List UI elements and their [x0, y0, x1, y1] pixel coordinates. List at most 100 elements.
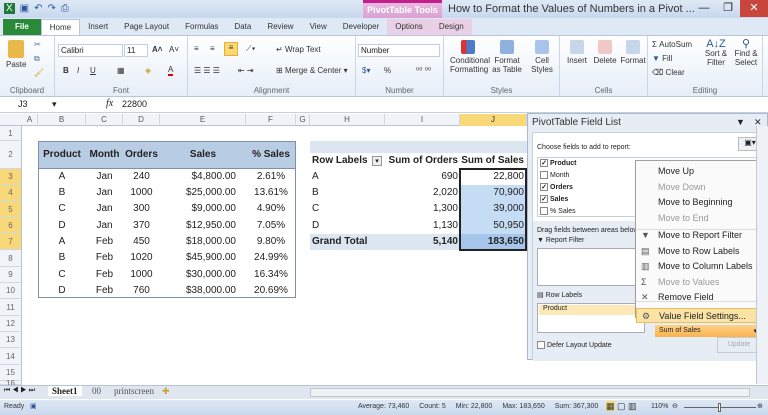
- sheet-tab-00[interactable]: 00: [88, 386, 105, 396]
- sheet-tab-sheet1[interactable]: Sheet1: [48, 386, 82, 396]
- source-table-cell[interactable]: C: [38, 269, 86, 280]
- align-bottom-icon[interactable]: ≡: [224, 42, 238, 56]
- report-filter-dropzone[interactable]: [537, 248, 645, 286]
- indent-icon[interactable]: ⇤ ⇥: [238, 66, 254, 75]
- borders-icon[interactable]: ▦: [117, 66, 125, 75]
- source-table-cell[interactable]: 13.61%: [246, 187, 296, 198]
- normal-view-icon[interactable]: ▦: [606, 401, 615, 411]
- find-select-button[interactable]: ⚲ Find & Select: [732, 39, 760, 68]
- menu-item-move-to-row-labels[interactable]: ▤ Move to Row Labels: [636, 244, 764, 259]
- copy-icon[interactable]: ⧉: [34, 54, 40, 63]
- menu-item-move-to-report-filter[interactable]: ▼ Move to Report Filter: [636, 228, 764, 243]
- source-table-cell[interactable]: Jan: [86, 220, 123, 231]
- name-box[interactable]: J3: [4, 99, 59, 109]
- row-header-10[interactable]: 10: [0, 283, 22, 299]
- sheet-tab-printscreen[interactable]: printscreen: [110, 386, 158, 396]
- row-header-8[interactable]: 8: [0, 250, 22, 267]
- format-button[interactable]: Format: [620, 40, 646, 65]
- delete-button[interactable]: Delete: [592, 40, 618, 65]
- source-table-cell[interactable]: 240: [123, 171, 160, 182]
- tab-developer[interactable]: Developer: [335, 19, 387, 35]
- pivot-value-header[interactable]: Sum of Sales: [460, 155, 524, 166]
- insert-button[interactable]: Insert: [564, 40, 590, 65]
- grow-font-icon[interactable]: A˄: [152, 45, 162, 54]
- tab-design[interactable]: Design: [430, 19, 472, 35]
- column-header-f[interactable]: F: [246, 114, 296, 126]
- save-icon[interactable]: ▣: [20, 3, 29, 14]
- tab-review[interactable]: Review: [259, 19, 301, 35]
- source-table-cell[interactable]: $18,000.00: [160, 236, 236, 247]
- underline-icon[interactable]: U: [90, 66, 96, 75]
- currency-icon[interactable]: $▾: [362, 66, 370, 75]
- source-table-cell[interactable]: Feb: [86, 285, 123, 296]
- source-table-cell[interactable]: 450: [123, 236, 160, 247]
- source-table-cell[interactable]: $30,000.00: [160, 269, 236, 280]
- row-field-product[interactable]: Product: [539, 305, 643, 315]
- row-header-7[interactable]: 7: [0, 234, 22, 250]
- column-header-c[interactable]: C: [86, 114, 123, 126]
- menu-item-move-up[interactable]: Move Up: [636, 164, 764, 179]
- pivot-cell[interactable]: 1,130: [385, 220, 458, 231]
- minimize-button[interactable]: —: [692, 0, 716, 17]
- row-labels-filter-dropdown[interactable]: ▾: [372, 156, 382, 166]
- row-header-9[interactable]: 9: [0, 267, 22, 283]
- tab-data[interactable]: Data: [226, 19, 259, 35]
- new-sheet-icon[interactable]: ✚: [162, 386, 170, 397]
- vertical-scrollbar[interactable]: [756, 126, 768, 384]
- source-table-cell[interactable]: 1020: [123, 252, 160, 263]
- column-header-b[interactable]: B: [38, 114, 86, 126]
- percent-button[interactable]: %: [384, 66, 391, 75]
- field-product-checkbox[interactable]: ✓ Product: [540, 159, 576, 167]
- font-name-combo[interactable]: Calibri: [58, 44, 123, 57]
- source-table-cell[interactable]: D: [38, 220, 86, 231]
- row-header-13[interactable]: 13: [0, 332, 22, 348]
- source-table-cell[interactable]: 7.05%: [246, 220, 296, 231]
- value-field-sum-of-sales[interactable]: Sum of Sales▾: [655, 325, 761, 337]
- menu-item-move-to-column-labels[interactable]: ▥ Move to Column Labels: [636, 259, 764, 274]
- menu-item-remove-field[interactable]: ✕ Remove Field: [636, 290, 764, 305]
- column-header-d[interactable]: D: [123, 114, 160, 126]
- bold-icon[interactable]: B: [63, 66, 69, 75]
- align-top-icon[interactable]: ≡: [194, 44, 199, 53]
- source-table-cell[interactable]: 9.80%: [246, 236, 296, 247]
- pivot-cell[interactable]: C: [312, 203, 385, 214]
- source-table-cell[interactable]: $45,900.00: [160, 252, 236, 263]
- restore-button[interactable]: ❐: [716, 0, 740, 17]
- zoom-slider-thumb[interactable]: [718, 403, 721, 412]
- pivot-cell[interactable]: A: [312, 171, 385, 182]
- tab-formulas[interactable]: Formulas: [177, 19, 226, 35]
- conditional-formatting-button[interactable]: Conditional Formatting: [450, 40, 490, 74]
- row-header-3[interactable]: 3: [0, 169, 22, 185]
- fill-button[interactable]: ▼ Fill: [652, 54, 672, 63]
- pivot-cell[interactable]: 2,020: [385, 187, 458, 198]
- column-header-h[interactable]: H: [310, 114, 385, 126]
- source-table-cell[interactable]: 16.34%: [246, 269, 296, 280]
- autosum-button[interactable]: Σ AutoSum: [652, 40, 692, 49]
- source-table-cell[interactable]: 300: [123, 203, 160, 214]
- row-header-11[interactable]: 11: [0, 299, 22, 316]
- tab-file[interactable]: File: [3, 19, 41, 35]
- row-header-14[interactable]: 14: [0, 348, 22, 365]
- row-header-1[interactable]: 1: [0, 126, 22, 141]
- shrink-font-icon[interactable]: A˅: [169, 45, 179, 54]
- pivot-grand-total-cell[interactable]: 183,650: [460, 236, 524, 247]
- menu-item-value-field-settings[interactable]: ⚙ Value Field Settings...: [636, 307, 764, 323]
- pivot-cell[interactable]: 50,950: [460, 220, 524, 231]
- row-header-2[interactable]: 2: [0, 141, 22, 169]
- pivot-grand-total-cell[interactable]: 5,140: [385, 236, 458, 247]
- tab-page-layout[interactable]: Page Layout: [116, 19, 177, 35]
- source-table-cell[interactable]: Jan: [86, 187, 123, 198]
- source-table-cell[interactable]: $12,950.00: [160, 220, 236, 231]
- pivot-grand-total-cell[interactable]: Grand Total: [312, 236, 385, 247]
- close-button[interactable]: ✕: [740, 0, 768, 17]
- tab-home[interactable]: Home: [40, 19, 81, 35]
- view-buttons[interactable]: ▦ ▢ ▥: [606, 401, 637, 412]
- zoom-in-icon[interactable]: ⊕: [757, 402, 763, 410]
- orientation-icon[interactable]: ⟋▾: [246, 44, 256, 53]
- row-header-6[interactable]: 6: [0, 218, 22, 234]
- redo-icon[interactable]: ↷: [48, 3, 56, 14]
- source-table-cell[interactable]: Jan: [86, 171, 123, 182]
- clear-button[interactable]: ⌫ Clear: [652, 68, 685, 77]
- macro-record-icon[interactable]: ▣: [30, 402, 37, 410]
- row-header-4[interactable]: 4: [0, 185, 22, 201]
